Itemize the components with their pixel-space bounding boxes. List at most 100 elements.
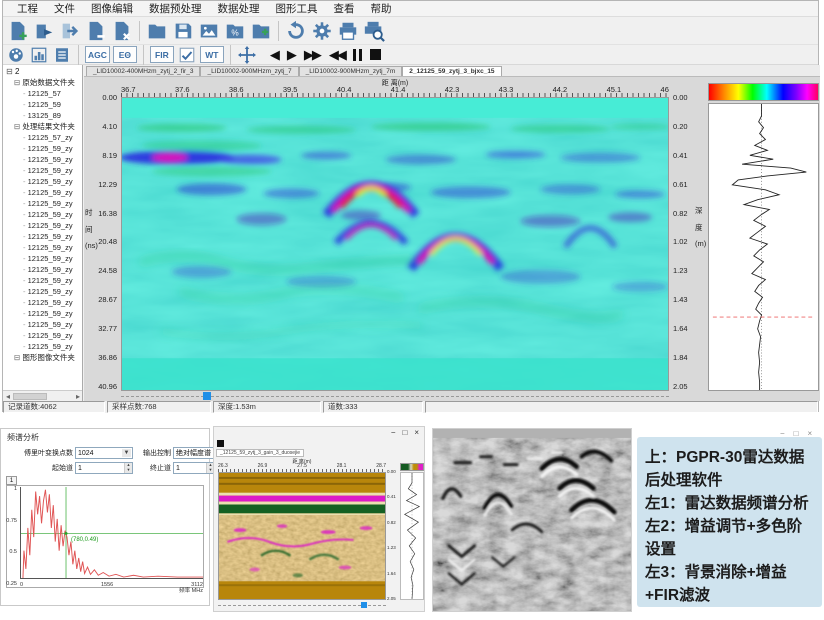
combo-arrow-icon[interactable]: ▼: [122, 449, 131, 457]
tree-item[interactable]: 12125_59_zy: [3, 286, 82, 297]
open-arrow-icon[interactable]: [58, 19, 82, 43]
save-icon[interactable]: [171, 19, 195, 43]
gain-horizontal-scrollbar[interactable]: [218, 603, 386, 609]
tree-item[interactable]: 12125_59_zy: [3, 253, 82, 264]
tree-item[interactable]: 12125_59_zy: [3, 341, 82, 352]
scroll-right-icon[interactable]: ▸: [73, 392, 83, 401]
import-file-icon[interactable]: [32, 19, 56, 43]
single-trace-view[interactable]: [708, 103, 819, 391]
tree-item[interactable]: 12125_59: [3, 99, 82, 110]
folder-cut-icon[interactable]: %: [223, 19, 247, 43]
close-icon[interactable]: ×: [414, 429, 419, 437]
radar-horizontal-scrollbar[interactable]: [121, 393, 669, 401]
refresh-icon[interactable]: [284, 19, 308, 43]
tree-item[interactable]: 12125_59_zy: [3, 165, 82, 176]
expander-icon[interactable]: ⊟: [6, 67, 13, 76]
edit-check-icon[interactable]: [177, 46, 197, 64]
tree-item[interactable]: 12125_59_zy: [3, 319, 82, 330]
tree-root[interactable]: ⊟ 2: [3, 65, 82, 76]
tree-item[interactable]: 处理结果文件夹: [3, 121, 82, 132]
menu-item[interactable]: 帮助: [363, 1, 400, 16]
end-trace-spinner[interactable]: 1 ▲▼: [173, 462, 215, 474]
folder-add-icon[interactable]: [249, 19, 273, 43]
grayscale-radargram-panel[interactable]: [432, 428, 632, 612]
settings-gear-icon[interactable]: [310, 19, 334, 43]
spinner-buttons[interactable]: ▲▼: [124, 463, 132, 473]
tree-scroll-thumb[interactable]: [13, 393, 47, 400]
tree-item[interactable]: 12125_59_zy: [3, 198, 82, 209]
tree-item[interactable]: 图形图像文件夹: [3, 352, 82, 363]
tree-item[interactable]: 12125_57_zy: [3, 132, 82, 143]
tab-dataset-2[interactable]: _LID10002-900MHzm_zytj_7: [200, 66, 298, 76]
tree-item[interactable]: 12125_59_zy: [3, 264, 82, 275]
gain-window-tab[interactable]: _12125_59_zytj_3_gain_3_duosejie: [216, 449, 304, 457]
tree-item[interactable]: 12125_57: [3, 88, 82, 99]
menu-item[interactable]: 图形工具: [268, 1, 326, 16]
menu-item[interactable]: 查看: [326, 1, 363, 16]
tab-dataset-3[interactable]: _LID10002-900MHzm_zytj_7m: [299, 66, 403, 76]
tree-item[interactable]: 12125_59_zy: [3, 330, 82, 341]
maximize-icon[interactable]: □: [402, 429, 407, 437]
equalizer-button[interactable]: EΘ: [113, 46, 137, 63]
menu-item[interactable]: 数据预处理: [141, 1, 210, 16]
fir-filter-button[interactable]: FIR: [150, 46, 174, 63]
agc-gain-button[interactable]: AGC: [85, 46, 110, 63]
pause-button[interactable]: [353, 49, 362, 61]
spectrum-plot[interactable]: 10.750.50.25 (780,0.49) 015563112 频率 MHz: [6, 485, 204, 588]
close-icon[interactable]: ×: [808, 429, 813, 438]
media-button[interactable]: ◀: [270, 48, 278, 61]
open-folder-icon[interactable]: [145, 19, 169, 43]
rainbow-colorbar[interactable]: [708, 83, 819, 101]
menu-item[interactable]: 图像编辑: [83, 1, 141, 16]
media-button[interactable]: ▶▶: [304, 48, 320, 61]
gain-colorbar[interactable]: [400, 463, 424, 471]
x-tick-label: 1556: [101, 582, 113, 588]
tree-item[interactable]: 12125_59_zy: [3, 308, 82, 319]
stop-button[interactable]: [370, 49, 381, 60]
media-button[interactable]: ▶: [287, 48, 295, 61]
print-icon[interactable]: [336, 19, 360, 43]
fft-points-combobox[interactable]: 1024 ▼: [75, 447, 133, 459]
tree-item[interactable]: 12125_59_zy: [3, 297, 82, 308]
tab-dataset-4-active[interactable]: 2_12125_59_zytj_3_bjxc_15: [402, 66, 501, 76]
palette-icon[interactable]: [6, 46, 26, 64]
tree-item[interactable]: 12125_59_zy: [3, 154, 82, 165]
new-file-icon[interactable]: [6, 19, 30, 43]
menu-item[interactable]: 文件: [46, 1, 83, 16]
remove-file-icon[interactable]: [84, 19, 108, 43]
radar-bscan-view[interactable]: [121, 97, 669, 391]
tree-item[interactable]: 12125_59_zy: [3, 176, 82, 187]
wavelet-transform-button[interactable]: WT: [200, 46, 224, 63]
maximize-icon[interactable]: □: [794, 429, 799, 438]
tree-item[interactable]: 12125_59_zy: [3, 143, 82, 154]
tree-item[interactable]: 12125_59_zy: [3, 209, 82, 220]
start-trace-spinner[interactable]: 1 ▲▼: [75, 462, 133, 474]
report-list-icon[interactable]: [52, 46, 72, 64]
gain-radargram-view[interactable]: [218, 472, 386, 600]
menu-item[interactable]: 数据处理: [210, 1, 268, 16]
print-preview-icon[interactable]: [362, 19, 386, 43]
menu-item[interactable]: 工程: [9, 1, 46, 16]
media-button[interactable]: ◀◀: [329, 48, 345, 61]
tree-item[interactable]: 12125_59_zy: [3, 231, 82, 242]
scrollbar-thumb[interactable]: [361, 602, 367, 608]
tab-dataset-1[interactable]: _LID10002-400MHzm_zytj_2_fir_3: [86, 66, 200, 76]
tree-item[interactable]: 12125_59_zy: [3, 187, 82, 198]
gain-trace-view[interactable]: [400, 472, 424, 600]
save-image-icon[interactable]: [197, 19, 221, 43]
delete-file-icon[interactable]: [110, 19, 134, 43]
crosshair-move-icon[interactable]: [237, 46, 257, 64]
histogram-icon[interactable]: [29, 46, 49, 64]
minimize-icon[interactable]: −: [780, 429, 785, 438]
tree-item[interactable]: 12125_59_zy: [3, 242, 82, 253]
scrollbar-thumb[interactable]: [203, 392, 211, 400]
output-control-field[interactable]: 绝对幅度谱: [173, 447, 215, 459]
minimize-icon[interactable]: −: [391, 429, 396, 437]
trace-page-tab[interactable]: 1: [6, 476, 17, 485]
tree-item[interactable]: 13125_89: [3, 110, 82, 121]
tree-item[interactable]: 12125_59_zy: [3, 220, 82, 231]
tree-horizontal-scrollbar[interactable]: ◂ ▸: [3, 390, 83, 401]
tree-item[interactable]: 原始数据文件夹: [3, 77, 82, 88]
scroll-left-icon[interactable]: ◂: [3, 392, 13, 401]
tree-item[interactable]: 12125_59_zy: [3, 275, 82, 286]
